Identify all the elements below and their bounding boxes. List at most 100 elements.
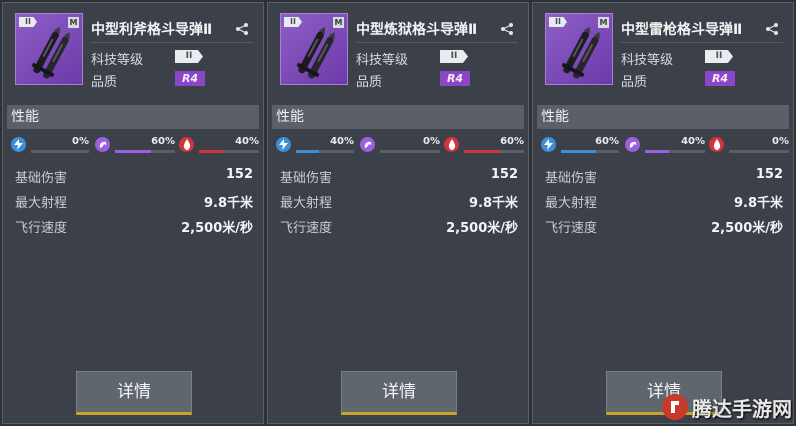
psionic-bar xyxy=(115,150,175,153)
electric-bar xyxy=(561,150,619,153)
stat-value: 152 xyxy=(755,167,783,182)
fire-bar xyxy=(729,150,789,153)
share-icon[interactable] xyxy=(765,21,779,35)
tech-level-badge: II xyxy=(705,50,733,63)
tech-level-badge: II xyxy=(175,50,203,63)
quality-badge: R4 xyxy=(440,71,470,86)
stat-value: 9.8千米 xyxy=(733,196,783,211)
performance-header: 性能 xyxy=(537,105,789,129)
stat-value: 9.8千米 xyxy=(203,196,253,211)
psionic-icon xyxy=(95,137,110,152)
quality-label: 品质 xyxy=(621,75,648,90)
fire-drop-icon xyxy=(444,137,459,152)
item-title: 中型利斧格斗导弹Ⅱ xyxy=(91,22,213,38)
quality-badge: R4 xyxy=(705,71,735,86)
stat-row-range: 最大射程 9.8千米 xyxy=(280,192,518,211)
share-icon[interactable] xyxy=(235,21,249,35)
fire-drop-icon xyxy=(179,137,194,152)
tech-level-label: 科技等级 xyxy=(356,53,409,68)
tech-level-label: 科技等级 xyxy=(621,53,674,68)
lightning-icon xyxy=(276,137,291,152)
stat-row-range: 最大射程 9.8千米 xyxy=(545,192,783,211)
stat-name: 最大射程 xyxy=(15,196,68,211)
performance-header: 性能 xyxy=(7,105,259,129)
divider xyxy=(91,42,253,43)
fire-percent: 0% xyxy=(772,136,789,147)
psionic-percent: 40% xyxy=(681,136,705,147)
missile-thumbnail[interactable]: II M xyxy=(15,13,83,85)
lightning-icon xyxy=(11,137,26,152)
fire-bar xyxy=(199,150,259,153)
electric-attribute: 40% xyxy=(276,135,358,155)
stat-value: 2,500米/秒 xyxy=(181,221,253,236)
stat-row-range: 最大射程 9.8千米 xyxy=(15,192,253,211)
divider xyxy=(356,42,518,43)
item-title: 中型雷枪格斗导弹Ⅱ xyxy=(621,22,743,38)
electric-percent: 40% xyxy=(330,136,354,147)
electric-bar xyxy=(31,150,89,153)
psionic-icon xyxy=(360,137,375,152)
lightning-icon xyxy=(541,137,556,152)
stat-row-speed: 飞行速度 2,500米/秒 xyxy=(15,217,253,236)
quality-badge: R4 xyxy=(175,71,205,86)
divider xyxy=(621,42,783,43)
fire-attribute: 0% xyxy=(709,135,793,155)
performance-header: 性能 xyxy=(272,105,524,129)
stat-row-damage: 基础伤害 152 xyxy=(280,167,518,186)
damage-type-row: 0% 60% 40% xyxy=(11,135,259,155)
electric-attribute: 0% xyxy=(11,135,93,155)
stat-name: 基础伤害 xyxy=(280,171,333,186)
fire-drop-icon xyxy=(709,137,724,152)
stat-row-speed: 飞行速度 2,500米/秒 xyxy=(545,217,783,236)
stat-name: 基础伤害 xyxy=(15,171,68,186)
stat-value: 152 xyxy=(490,167,518,182)
stat-row-speed: 飞行速度 2,500米/秒 xyxy=(280,217,518,236)
details-button[interactable]: 详情 xyxy=(341,371,457,415)
damage-type-row: 60% 40% 0% xyxy=(541,135,789,155)
stat-value: 152 xyxy=(225,167,253,182)
psionic-icon xyxy=(625,137,640,152)
psionic-bar xyxy=(380,150,440,153)
electric-bar xyxy=(296,150,354,153)
stat-value: 2,500米/秒 xyxy=(711,221,783,236)
fire-percent: 40% xyxy=(235,136,259,147)
psionic-attribute: 40% xyxy=(625,135,709,155)
psionic-percent: 0% xyxy=(423,136,440,147)
psionic-attribute: 0% xyxy=(360,135,444,155)
stat-name: 飞行速度 xyxy=(15,221,68,236)
missile-thumbnail[interactable]: II M xyxy=(545,13,613,85)
electric-percent: 0% xyxy=(72,136,89,147)
stat-name: 最大射程 xyxy=(545,196,598,211)
electric-attribute: 60% xyxy=(541,135,623,155)
details-button[interactable]: 详情 xyxy=(76,371,192,415)
tech-level-badge: II xyxy=(440,50,468,63)
missile-card: II M 中型利斧格斗导弹Ⅱ 科技等级 II 品质 R4 性能 0% 60% 4… xyxy=(2,2,264,424)
missile-thumbnail[interactable]: II M xyxy=(280,13,348,85)
psionic-bar xyxy=(645,150,705,153)
stat-value: 9.8千米 xyxy=(468,196,518,211)
missile-card: II M 中型炼狱格斗导弹Ⅱ 科技等级 II 品质 R4 性能 40% 0% 6… xyxy=(267,2,529,424)
missile-card: II M 中型雷枪格斗导弹Ⅱ 科技等级 II 品质 R4 性能 60% 40% … xyxy=(532,2,794,424)
stat-row-damage: 基础伤害 152 xyxy=(545,167,783,186)
stat-name: 飞行速度 xyxy=(280,221,333,236)
watermark-logo-icon xyxy=(662,394,688,420)
share-icon[interactable] xyxy=(500,21,514,35)
stat-name: 基础伤害 xyxy=(545,171,598,186)
item-title: 中型炼狱格斗导弹Ⅱ xyxy=(356,22,478,38)
fire-attribute: 60% xyxy=(444,135,528,155)
missile-icon xyxy=(561,26,600,79)
stat-row-damage: 基础伤害 152 xyxy=(15,167,253,186)
fire-attribute: 40% xyxy=(179,135,263,155)
missile-icon xyxy=(31,26,70,79)
watermark-text: 腾达手游网 xyxy=(692,396,792,421)
quality-label: 品质 xyxy=(356,75,383,90)
fire-bar xyxy=(464,150,524,153)
site-watermark: 腾达手游网 xyxy=(662,392,792,422)
psionic-attribute: 60% xyxy=(95,135,179,155)
stat-name: 飞行速度 xyxy=(545,221,598,236)
electric-percent: 60% xyxy=(595,136,619,147)
psionic-percent: 60% xyxy=(151,136,175,147)
damage-type-row: 40% 0% 60% xyxy=(276,135,524,155)
fire-percent: 60% xyxy=(500,136,524,147)
item-comparison-panel: II M 中型利斧格斗导弹Ⅱ 科技等级 II 品质 R4 性能 0% 60% 4… xyxy=(0,0,796,426)
